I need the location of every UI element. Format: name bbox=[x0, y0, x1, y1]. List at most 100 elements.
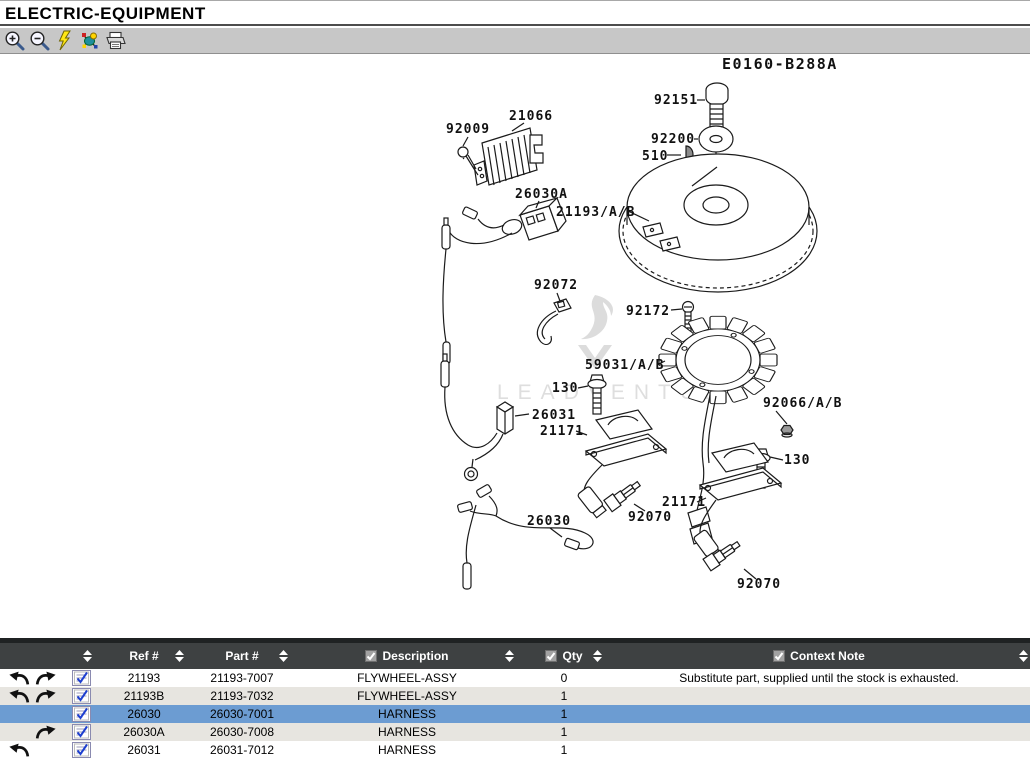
context-note-column-checkbox[interactable] bbox=[773, 650, 785, 662]
part-label-92072[interactable]: 92072 bbox=[534, 278, 578, 293]
table-row[interactable]: 26031 26031-7012 HARNESS 1 bbox=[0, 741, 1030, 759]
prev-arrow-icon[interactable] bbox=[7, 688, 31, 704]
bolt-92151 bbox=[706, 83, 728, 128]
part-label-92066AB[interactable]: 92066/A/B bbox=[763, 396, 842, 411]
part-cell: 26030-7008 bbox=[190, 723, 294, 741]
qty-column-checkbox[interactable] bbox=[545, 650, 557, 662]
screw-92009 bbox=[458, 147, 478, 175]
clamp-92072 bbox=[537, 299, 571, 344]
select-part-icon[interactable] bbox=[72, 670, 91, 686]
header-part[interactable]: Part # bbox=[190, 643, 294, 669]
part-label-26030[interactable]: 26030 bbox=[527, 514, 571, 529]
part-label-21193AB[interactable]: 21193/A/B bbox=[556, 205, 635, 220]
toolbar bbox=[0, 28, 1030, 54]
coil-21171-left bbox=[586, 410, 666, 466]
zoom-out-icon[interactable] bbox=[28, 30, 51, 52]
image-map-icon[interactable] bbox=[78, 30, 101, 52]
next-arrow-icon[interactable] bbox=[34, 688, 58, 704]
description-cell: FLYWHEEL-ASSY bbox=[294, 669, 520, 687]
context-note-cell: Substitute part, supplied until the stoc… bbox=[608, 669, 1030, 687]
harness-26030A-wires bbox=[442, 206, 512, 364]
select-part-icon[interactable] bbox=[72, 742, 91, 758]
header-arrows-column bbox=[0, 643, 64, 669]
context-note-cell bbox=[608, 687, 1030, 705]
part-label-21171-right[interactable]: 21171 bbox=[662, 495, 706, 510]
prev-arrow-icon[interactable] bbox=[7, 670, 31, 686]
part-label-59031AB[interactable]: 59031/A/B bbox=[585, 358, 664, 373]
sort-icon[interactable] bbox=[505, 650, 514, 665]
part-cell: 21193-7032 bbox=[190, 687, 294, 705]
description-cell: HARNESS bbox=[294, 705, 520, 723]
coil-21171-right bbox=[700, 443, 781, 500]
sort-icon[interactable] bbox=[1019, 650, 1028, 665]
ref-cell: 26030 bbox=[98, 705, 190, 723]
next-arrow-icon[interactable] bbox=[34, 724, 58, 740]
part-label-21066[interactable]: 21066 bbox=[509, 109, 553, 124]
part-label-510[interactable]: 510 bbox=[642, 149, 668, 164]
part-cell: 26031-7012 bbox=[190, 741, 294, 759]
part-label-26030A[interactable]: 26030A bbox=[515, 187, 568, 202]
qty-cell: 1 bbox=[520, 705, 608, 723]
header-part-label: Part # bbox=[225, 649, 258, 663]
part-label-92172[interactable]: 92172 bbox=[626, 304, 670, 319]
sort-icon[interactable] bbox=[593, 650, 602, 665]
header-description-label: Description bbox=[382, 649, 448, 663]
qty-cell: 0 bbox=[520, 669, 608, 687]
table-header: Ref # Part # Description Qty bbox=[0, 643, 1030, 669]
part-label-92009[interactable]: 92009 bbox=[446, 122, 490, 137]
sort-icon[interactable] bbox=[175, 650, 184, 665]
header-ref-label: Ref # bbox=[129, 649, 158, 663]
header-description[interactable]: Description bbox=[294, 643, 520, 669]
nut-92066 bbox=[781, 426, 793, 438]
table-row[interactable]: 26030 26030-7001 HARNESS 1 bbox=[0, 705, 1030, 723]
harness-26030 bbox=[457, 484, 593, 589]
header-context-note-label: Context Note bbox=[790, 649, 865, 663]
ref-cell: 21193B bbox=[98, 687, 190, 705]
context-note-cell bbox=[608, 705, 1030, 723]
harness-26031 bbox=[441, 354, 513, 481]
description-column-checkbox[interactable] bbox=[365, 650, 377, 662]
part-cell: 26030-7001 bbox=[190, 705, 294, 723]
part-label-92070-right[interactable]: 92070 bbox=[737, 577, 781, 592]
part-label-21171-left[interactable]: 21171 bbox=[540, 424, 584, 439]
qty-cell: 1 bbox=[520, 687, 608, 705]
description-cell: HARNESS bbox=[294, 723, 520, 741]
header-ref[interactable]: Ref # bbox=[98, 643, 190, 669]
part-label-92151[interactable]: 92151 bbox=[654, 93, 698, 108]
ref-cell: 26031 bbox=[98, 741, 190, 759]
part-label-26031[interactable]: 26031 bbox=[532, 408, 576, 423]
parts-table: Ref # Part # Description Qty bbox=[0, 638, 1030, 759]
table-row[interactable]: 26030A 26030-7008 HARNESS 1 bbox=[0, 723, 1030, 741]
washer-92200 bbox=[699, 126, 733, 152]
diagram-code: E0160-B288A bbox=[722, 55, 838, 73]
part-label-130-right[interactable]: 130 bbox=[784, 453, 810, 468]
part-label-92200[interactable]: 92200 bbox=[651, 132, 695, 147]
part-label-92070-left[interactable]: 92070 bbox=[628, 510, 672, 525]
plug-wire-left bbox=[577, 465, 607, 519]
parts-diagram: LEADVENTURE E0160-B288A bbox=[0, 55, 1030, 638]
description-cell: FLYWHEEL-ASSY bbox=[294, 687, 520, 705]
part-label-130-left[interactable]: 130 bbox=[552, 381, 578, 396]
lightning-hotspot-icon[interactable] bbox=[53, 30, 76, 52]
table-row[interactable]: 21193 21193-7007 FLYWHEEL-ASSY 0 Substit… bbox=[0, 669, 1030, 687]
sort-icon[interactable] bbox=[279, 650, 288, 665]
part-cell: 21193-7007 bbox=[190, 669, 294, 687]
table-row[interactable]: 21193B 21193-7032 FLYWHEEL-ASSY 1 bbox=[0, 687, 1030, 705]
prev-arrow-icon[interactable] bbox=[7, 742, 31, 758]
print-icon[interactable] bbox=[103, 30, 126, 52]
page-title: ELECTRIC-EQUIPMENT bbox=[0, 1, 1030, 24]
context-note-cell bbox=[608, 723, 1030, 741]
header-qty[interactable]: Qty bbox=[520, 643, 608, 669]
header-context-note[interactable]: Context Note bbox=[608, 643, 1030, 669]
qty-cell: 1 bbox=[520, 723, 608, 741]
ref-cell: 26030A bbox=[98, 723, 190, 741]
select-part-icon[interactable] bbox=[72, 688, 91, 704]
next-arrow-icon[interactable] bbox=[34, 670, 58, 686]
select-part-icon[interactable] bbox=[72, 706, 91, 722]
zoom-in-icon[interactable] bbox=[3, 30, 26, 52]
context-note-cell bbox=[608, 741, 1030, 759]
description-cell: HARNESS bbox=[294, 741, 520, 759]
header-qty-label: Qty bbox=[562, 649, 582, 663]
sort-icon[interactable] bbox=[83, 650, 92, 665]
select-part-icon[interactable] bbox=[72, 724, 91, 740]
